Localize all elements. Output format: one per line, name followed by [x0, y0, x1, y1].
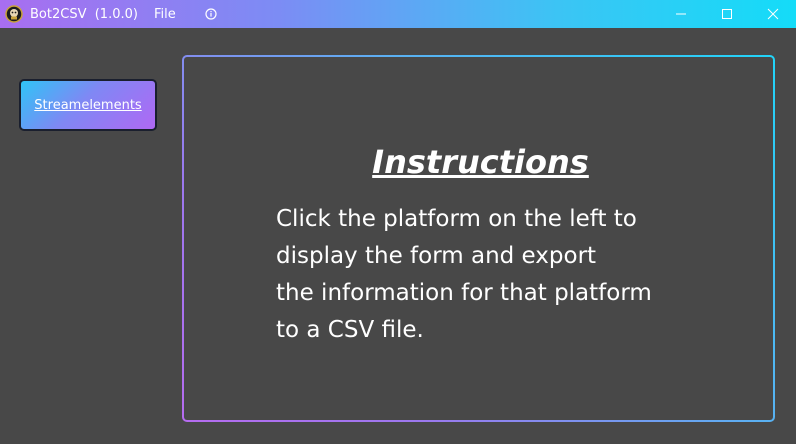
window-controls	[658, 0, 796, 28]
instructions-line: display the form and export	[276, 243, 597, 269]
menu-file[interactable]: File	[154, 7, 176, 22]
sidebar-item-label: Streamelements	[34, 97, 142, 113]
maximize-button[interactable]	[704, 0, 750, 28]
instructions-panel: Instructions Click the platform on the l…	[182, 55, 775, 422]
minimize-button[interactable]	[658, 0, 704, 28]
close-button[interactable]	[750, 0, 796, 28]
app-logo-icon	[4, 4, 24, 24]
app-title: Bot2CSV (1.0.0)	[30, 6, 138, 22]
info-icon[interactable]	[204, 7, 218, 21]
instructions-line: to a CSV file.	[276, 317, 424, 343]
sidebar-item-streamelements[interactable]: Streamelements	[19, 79, 157, 131]
instructions-line: Click the platform on the left to	[276, 206, 637, 232]
instructions-text: Click the platform on the left to displa…	[276, 201, 652, 349]
maximize-icon	[722, 9, 732, 19]
minimize-icon	[676, 13, 686, 15]
close-icon	[767, 8, 779, 20]
instructions-title: Instructions	[372, 143, 589, 181]
instructions-line: the information for that platform	[276, 280, 652, 306]
title-bar[interactable]: Bot2CSV (1.0.0) File	[0, 0, 796, 28]
